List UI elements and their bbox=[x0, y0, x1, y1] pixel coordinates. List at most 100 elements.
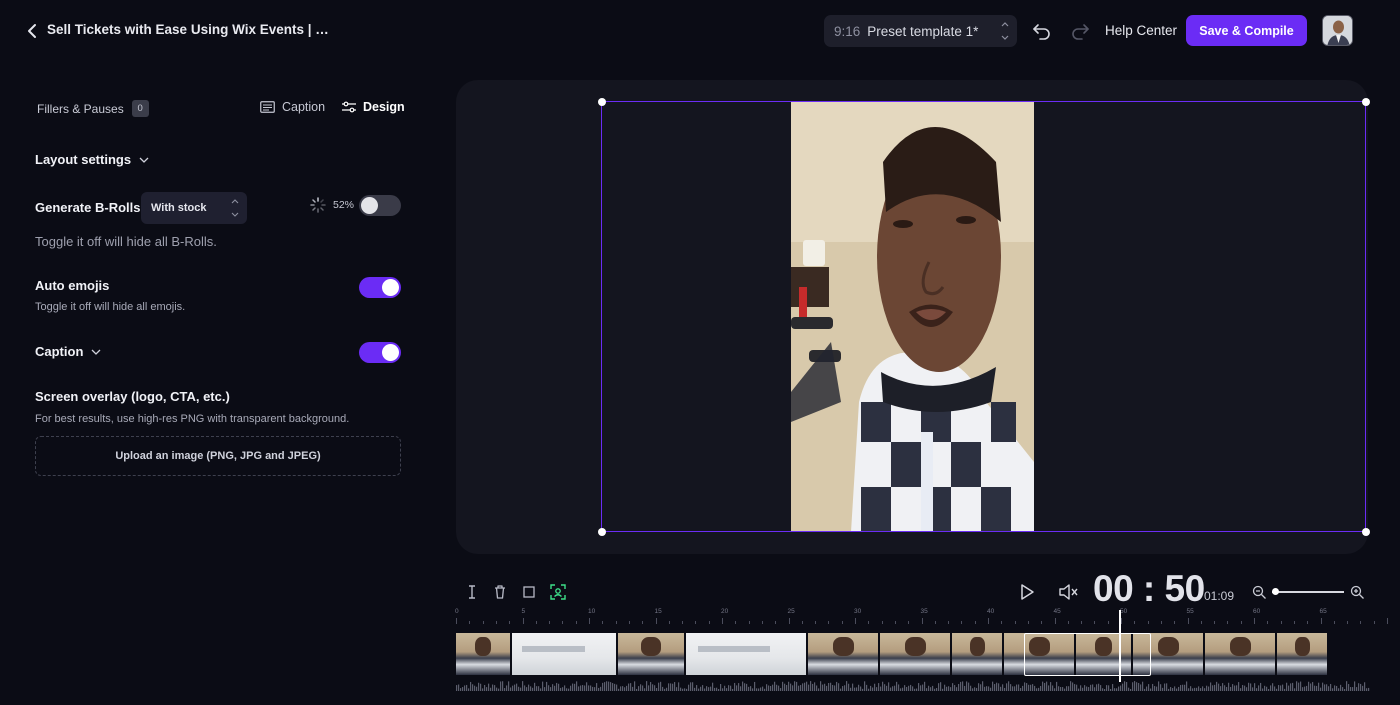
broll-toggle[interactable] bbox=[359, 195, 401, 216]
selected-clip-outline[interactable] bbox=[1024, 633, 1151, 676]
waveform-bar bbox=[866, 684, 868, 691]
waveform-bar bbox=[912, 686, 914, 691]
waveform-bar bbox=[848, 683, 850, 691]
waveform-bar bbox=[1232, 684, 1234, 691]
video-track-filmstrip[interactable] bbox=[456, 633, 1370, 675]
waveform-bar bbox=[532, 687, 534, 691]
waveform-bar bbox=[1226, 686, 1228, 691]
help-center-link[interactable]: Help Center bbox=[1105, 23, 1177, 38]
fillers-label: Fillers & Pauses bbox=[37, 101, 124, 116]
timeline-ruler[interactable]: 0 5 10 15 20 25 30 35 40 45 50 55 60 65 bbox=[455, 608, 1388, 626]
timeline-frame-thumbnail bbox=[1205, 633, 1275, 675]
waveform-bar bbox=[1128, 687, 1130, 691]
playhead[interactable] bbox=[1119, 610, 1121, 682]
zoom-slider-thumb[interactable] bbox=[1272, 588, 1279, 595]
waveform-bar bbox=[484, 685, 486, 691]
waveform-bar bbox=[840, 688, 842, 691]
trash-icon[interactable] bbox=[491, 583, 509, 601]
chevron-down-icon bbox=[139, 157, 149, 163]
redo-icon[interactable] bbox=[1069, 21, 1091, 41]
caption-toggle[interactable] bbox=[359, 342, 401, 363]
upload-image-dropzone[interactable]: Upload an image (PNG, JPG and JPEG) bbox=[35, 436, 401, 476]
back-arrow-icon[interactable] bbox=[22, 20, 42, 42]
waveform-bar bbox=[1024, 682, 1026, 691]
waveform-bar bbox=[572, 683, 574, 691]
waveform-bar bbox=[944, 684, 946, 691]
waveform-bar bbox=[504, 688, 506, 691]
waveform-bar bbox=[1130, 688, 1132, 691]
fillers-pauses-toggle[interactable]: Fillers & Pauses 0 bbox=[37, 100, 149, 117]
waveform-bar bbox=[1314, 685, 1316, 691]
waveform-bar bbox=[1292, 682, 1294, 691]
undo-icon[interactable] bbox=[1031, 21, 1053, 41]
waveform-bar bbox=[1166, 683, 1168, 691]
layout-settings-dropdown[interactable]: Layout settings bbox=[35, 152, 149, 167]
waveform-bar bbox=[1266, 686, 1268, 691]
waveform-bar bbox=[456, 685, 458, 691]
toggle-knob bbox=[382, 279, 399, 296]
resize-handle-bottom-left[interactable] bbox=[597, 527, 606, 536]
volume-mute-icon[interactable] bbox=[1057, 582, 1079, 602]
waveform-bar bbox=[1090, 684, 1092, 691]
ruler-label: 40 bbox=[987, 608, 995, 615]
waveform-bar bbox=[1138, 682, 1140, 691]
waveform-bar bbox=[710, 686, 712, 691]
play-icon[interactable] bbox=[1017, 582, 1037, 602]
waveform-bar bbox=[1262, 688, 1264, 691]
waveform-bar bbox=[990, 687, 992, 691]
project-title[interactable]: Sell Tickets with Ease Using Wix Events … bbox=[47, 22, 337, 37]
waveform-bar bbox=[1344, 688, 1346, 691]
waveform-bar bbox=[1040, 685, 1042, 691]
tab-design[interactable]: Design bbox=[342, 100, 405, 114]
tab-caption[interactable]: Caption bbox=[260, 100, 325, 114]
waveform-bar bbox=[534, 682, 536, 691]
caption-dropdown[interactable]: Caption bbox=[35, 344, 101, 359]
waveform-bar bbox=[1268, 688, 1270, 691]
waveform-bar bbox=[772, 684, 774, 691]
waveform-bar bbox=[1234, 685, 1236, 691]
waveform-bar bbox=[480, 683, 482, 691]
waveform-bar bbox=[1050, 682, 1052, 691]
waveform-bar bbox=[716, 687, 718, 691]
focus-frame-icon[interactable] bbox=[549, 583, 567, 601]
waveform-bar bbox=[1252, 687, 1254, 691]
selection-box[interactable] bbox=[597, 97, 1370, 536]
ruler-tick bbox=[748, 621, 750, 624]
waveform-bar bbox=[784, 683, 786, 691]
user-avatar[interactable] bbox=[1322, 15, 1353, 46]
waveform-bar bbox=[1198, 686, 1200, 691]
auto-emojis-toggle[interactable] bbox=[359, 277, 401, 298]
zoom-in-icon[interactable] bbox=[1350, 585, 1365, 600]
waveform-bar bbox=[618, 688, 620, 691]
waveform-bar bbox=[1182, 684, 1184, 691]
waveform-bar bbox=[924, 681, 926, 691]
waveform-bar bbox=[758, 688, 760, 691]
waveform-bar bbox=[1016, 684, 1018, 691]
broll-source-select[interactable]: With stock bbox=[141, 192, 247, 224]
resize-handle-top-right[interactable] bbox=[1361, 97, 1370, 106]
waveform-bar bbox=[530, 686, 532, 691]
waveform-bar bbox=[620, 686, 622, 691]
save-compile-button[interactable]: Save & Compile bbox=[1186, 15, 1307, 46]
preset-template-select[interactable]: 9:16 Preset template 1* bbox=[824, 15, 1017, 47]
ruler-tick bbox=[509, 621, 511, 624]
waveform-bar bbox=[1360, 683, 1362, 691]
waveform-bar bbox=[696, 685, 698, 691]
zoom-slider-track[interactable] bbox=[1272, 591, 1344, 593]
crop-square-icon[interactable] bbox=[520, 583, 538, 601]
waveform-bar bbox=[962, 681, 964, 691]
ruler-label: 10 bbox=[588, 608, 596, 615]
waveform-bar bbox=[460, 688, 462, 691]
ruler-tick bbox=[974, 621, 976, 624]
resize-handle-bottom-right[interactable] bbox=[1361, 527, 1370, 536]
resize-handle-top-left[interactable] bbox=[597, 97, 606, 106]
waveform-bar bbox=[540, 688, 542, 691]
waveform-bar bbox=[660, 681, 662, 691]
waveform-bar bbox=[804, 682, 806, 691]
waveform-bar bbox=[932, 685, 934, 691]
waveform-bar bbox=[968, 682, 970, 691]
ruler-tick bbox=[1254, 618, 1255, 624]
zoom-out-icon[interactable] bbox=[1252, 585, 1267, 600]
waveform-bar bbox=[718, 688, 720, 691]
split-cursor-icon[interactable] bbox=[463, 583, 481, 601]
